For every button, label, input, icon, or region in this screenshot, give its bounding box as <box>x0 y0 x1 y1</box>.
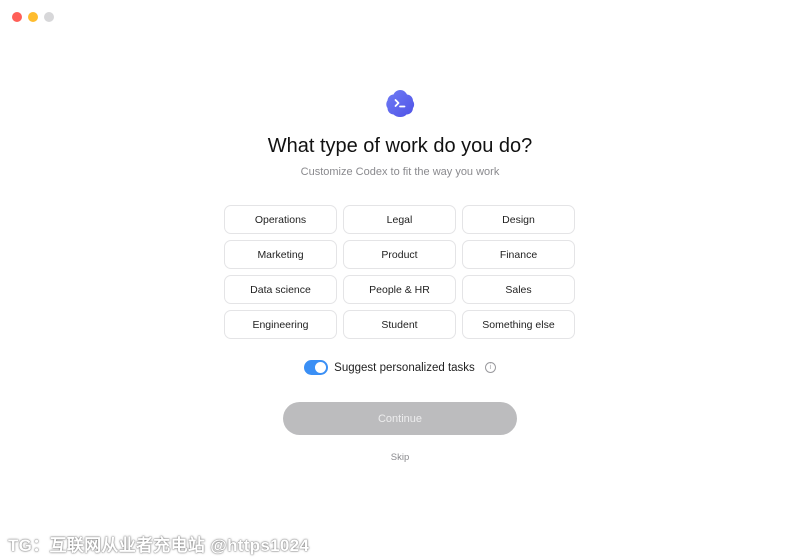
work-type-something-else[interactable]: Something else <box>462 310 575 339</box>
codex-logo-icon <box>385 88 415 118</box>
work-type-grid: Operations Legal Design Marketing Produc… <box>224 205 576 339</box>
info-icon[interactable]: i <box>484 362 496 373</box>
close-window-button[interactable] <box>12 12 22 22</box>
work-type-product[interactable]: Product <box>343 240 456 269</box>
page-title: What type of work do you do? <box>267 135 533 157</box>
work-type-student[interactable]: Student <box>343 310 456 339</box>
skip-link[interactable]: Skip <box>0 452 800 463</box>
work-type-sales[interactable]: Sales <box>462 275 575 304</box>
minimize-window-button[interactable] <box>28 12 38 22</box>
work-type-legal[interactable]: Legal <box>343 205 456 234</box>
suggest-tasks-label: Suggest personalized tasks <box>334 361 475 374</box>
work-type-data-science[interactable]: Data science <box>224 275 337 304</box>
app-window: What type of work do you do? Customize C… <box>0 0 800 558</box>
suggest-tasks-row: Suggest personalized tasks i <box>0 360 800 375</box>
toggle-knob <box>315 362 327 373</box>
work-type-people-hr[interactable]: People & HR <box>343 275 456 304</box>
continue-button[interactable]: Continue <box>283 402 517 435</box>
work-type-engineering[interactable]: Engineering <box>224 310 337 339</box>
page-subtitle: Customize Codex to fit the way you work <box>300 166 500 178</box>
work-type-design[interactable]: Design <box>462 205 575 234</box>
zoom-window-button[interactable] <box>44 12 54 22</box>
work-type-operations[interactable]: Operations <box>224 205 337 234</box>
watermark-text: TG：互联网从业者充电站 @https1024 <box>8 536 310 555</box>
suggest-tasks-toggle[interactable] <box>304 360 329 375</box>
work-type-marketing[interactable]: Marketing <box>224 240 337 269</box>
window-controls <box>12 12 54 22</box>
work-type-finance[interactable]: Finance <box>462 240 575 269</box>
